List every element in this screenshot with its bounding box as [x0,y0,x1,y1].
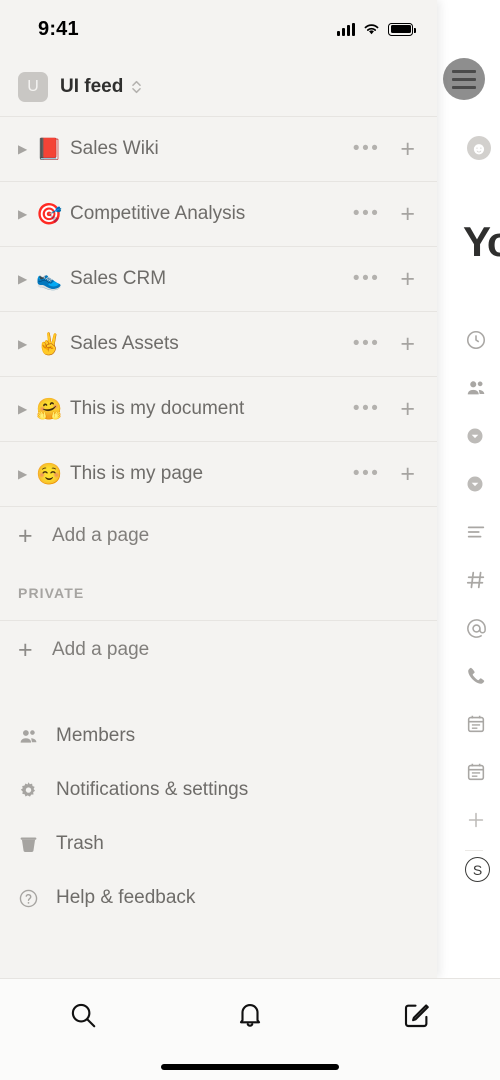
plus-icon[interactable]: + [400,461,415,487]
add-page-label: Add a page [52,639,150,660]
document-block-icons: S [437,316,500,882]
triangle-right-icon[interactable]: ▶ [18,467,36,481]
phone-icon[interactable] [437,652,500,700]
triangle-right-icon[interactable]: ▶ [18,402,36,416]
calendar-icon[interactable] [437,700,500,748]
add-private-page-button[interactable]: + Add a page [0,621,437,679]
sidebar-item-label: Notifications & settings [56,779,249,800]
list-item[interactable]: ▶ 📕 Sales Wiki ••• + [0,117,437,182]
list-item[interactable]: ▶ 👟 Sales CRM ••• + [0,247,437,312]
add-page-button[interactable]: + Add a page [0,507,437,565]
calendar-icon[interactable] [437,748,500,796]
list-item[interactable]: ▶ 🎯 Competitive Analysis ••• + [0,182,437,247]
triangle-right-icon[interactable]: ▶ [18,337,36,351]
status-badge[interactable]: S [465,857,490,882]
private-section-header: PRIVATE [18,584,85,601]
ellipsis-icon[interactable]: ••• [353,463,380,485]
wifi-icon [364,24,379,35]
bottom-tab-bar [0,978,500,1080]
triangle-right-icon[interactable]: ▶ [18,142,36,156]
bell-icon [239,1004,261,1027]
tab-search[interactable] [0,1000,167,1030]
running-shoe-emoji: 👟 [36,267,63,291]
dart-emoji: 🎯 [36,202,63,226]
add-page-label: Add a page [52,525,150,546]
sidebar-item-label: Help & feedback [56,887,196,908]
ellipsis-icon[interactable]: ••• [353,398,380,420]
divider [465,850,483,851]
ellipsis-icon[interactable]: ••• [353,268,380,290]
document-panel[interactable]: ☻ Yo [436,58,500,978]
plus-icon[interactable]: + [400,201,415,227]
battery-full-icon [388,22,416,36]
sidebar-menu: Members Notifications & settings Trash H… [0,679,437,925]
clock-icon[interactable] [437,316,500,364]
at-icon[interactable] [437,604,500,652]
sidebar-item-members[interactable]: Members [0,709,437,763]
page-label: Sales Wiki [70,138,159,159]
question-circle-icon [18,888,56,909]
status-bar: 9:41 [0,0,437,58]
smiling-face-emoji: ☺️ [36,462,63,486]
chevron-down-filled-icon[interactable] [437,460,500,508]
gear-icon [18,780,56,801]
plus-icon[interactable]: + [400,136,415,162]
ellipsis-icon[interactable]: ••• [353,333,380,355]
sidebar-sheet: 9:41 U UI feed ▶ 📕 Sales Wiki ••• + ▶ 🎯 … [0,0,437,978]
cellular-bars-icon [337,22,355,36]
page-label: Sales Assets [70,333,179,354]
hash-icon[interactable] [437,556,500,604]
victory-hand-emoji: ✌️ [36,332,63,356]
plus-icon: + [18,635,33,664]
page-list: ▶ 📕 Sales Wiki ••• + ▶ 🎯 Competitive Ana… [0,116,437,507]
page-label: Sales CRM [70,268,167,289]
chevron-down-filled-icon[interactable] [437,412,500,460]
hugging-face-emoji: 🤗 [36,397,63,421]
plus-icon[interactable]: + [400,396,415,422]
text-lines-icon[interactable] [437,508,500,556]
ellipsis-icon[interactable]: ••• [353,203,380,225]
smiley-face-icon[interactable]: ☻ [467,136,491,160]
plus-icon: + [18,521,33,550]
sidebar-item-trash[interactable]: Trash [0,817,437,871]
list-item[interactable]: ▶ ☺️ This is my page ••• + [0,442,437,507]
chevron-updown-icon[interactable] [131,79,142,95]
home-indicator [161,1064,339,1070]
compose-icon [404,1004,429,1028]
trash-icon [18,834,56,855]
triangle-right-icon[interactable]: ▶ [18,272,36,286]
page-label: This is my page [70,463,204,484]
sidebar-item-help-feedback[interactable]: Help & feedback [0,871,437,925]
people-icon [18,726,56,747]
page-label: Competitive Analysis [70,203,246,224]
app-root: ☻ Yo [0,0,500,1080]
workspace-badge: U [18,72,48,102]
plus-icon[interactable]: + [400,266,415,292]
plus-icon[interactable] [437,796,500,844]
hamburger-avatar-icon[interactable] [443,58,485,100]
plus-icon[interactable]: + [400,331,415,357]
ellipsis-icon[interactable]: ••• [353,138,380,160]
list-item[interactable]: ▶ ✌️ Sales Assets ••• + [0,312,437,377]
list-item[interactable]: ▶ 🤗 This is my document ••• + [0,377,437,442]
triangle-right-icon[interactable]: ▶ [18,207,36,221]
workspace-switcher[interactable]: U UI feed [0,58,437,116]
sidebar-item-label: Members [56,725,136,746]
status-time: 9:41 [38,17,79,40]
sidebar-item-label: Trash [56,833,104,854]
sidebar-item-notifications-settings[interactable]: Notifications & settings [0,763,437,817]
search-icon [72,1003,96,1028]
document-title: Yo [463,218,500,265]
tab-notifications[interactable] [167,1000,334,1030]
closed-book-emoji: 📕 [36,137,63,161]
people-icon[interactable] [437,364,500,412]
workspace-name: UI feed [60,76,124,97]
page-label: This is my document [70,398,245,419]
tab-compose[interactable] [333,1000,500,1030]
